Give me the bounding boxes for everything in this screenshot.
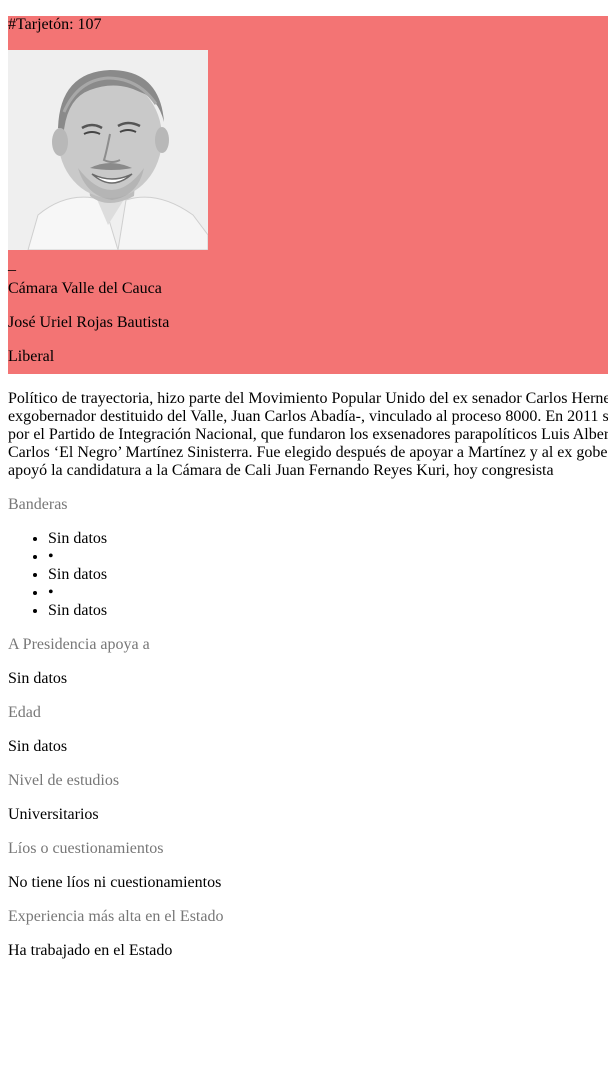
estudios-value: Universitarios [8, 806, 99, 823]
experiencia-label: Experiencia más alta en el Estado [8, 908, 224, 925]
candidate-header-card: #Tarjetón: 107 _ Cámara Valle del Cauca … [8, 16, 608, 374]
description-line: por el Partido de Integración Nacional, … [8, 426, 608, 443]
list-item: • [48, 548, 608, 566]
candidate-page: #Tarjetón: 107 _ Cámara Valle del Cauca … [8, 16, 608, 960]
corporation-label: Cámara Valle del Cauca [8, 280, 162, 297]
description-line: exgobernador destituido del Valle, Juan … [8, 408, 608, 425]
list-item: Sin datos [48, 566, 608, 584]
edad-label: Edad [8, 704, 41, 721]
party-name: Liberal [8, 348, 55, 365]
edad-value: Sin datos [8, 738, 68, 755]
candidate-photo [8, 50, 208, 250]
experiencia-value: Ha trabajado en el Estado [8, 942, 173, 959]
candidate-description: Político de trayectoria, hizo parte del … [8, 390, 608, 480]
presidencia-label: A Presidencia apoya a [8, 636, 150, 653]
description-line: Político de trayectoria, hizo parte del … [8, 390, 608, 407]
banderas-list: Sin datos • Sin datos • Sin datos [8, 530, 608, 620]
estudios-label: Nivel de estudios [8, 772, 120, 789]
presidencia-value: Sin datos [8, 670, 68, 687]
description-line: apoyó la candidatura a la Cámara de Cali… [8, 462, 554, 479]
candidate-name: José Uriel Rojas Bautista [8, 314, 170, 331]
underscore-marker: _ [8, 256, 16, 273]
description-line: Carlos ‘El Negro’ Martínez Sinisterra. F… [8, 444, 608, 461]
list-item: Sin datos [48, 530, 608, 548]
tarjeton-number: #Tarjetón: 107 [8, 16, 102, 33]
lios-value: No tiene líos ni cuestionamientos [8, 874, 222, 891]
list-item: Sin datos [48, 602, 608, 620]
list-item: • [48, 584, 608, 602]
banderas-label: Banderas [8, 496, 68, 513]
candidate-portrait-image [8, 50, 208, 250]
lios-label: Líos o cuestionamientos [8, 840, 164, 857]
